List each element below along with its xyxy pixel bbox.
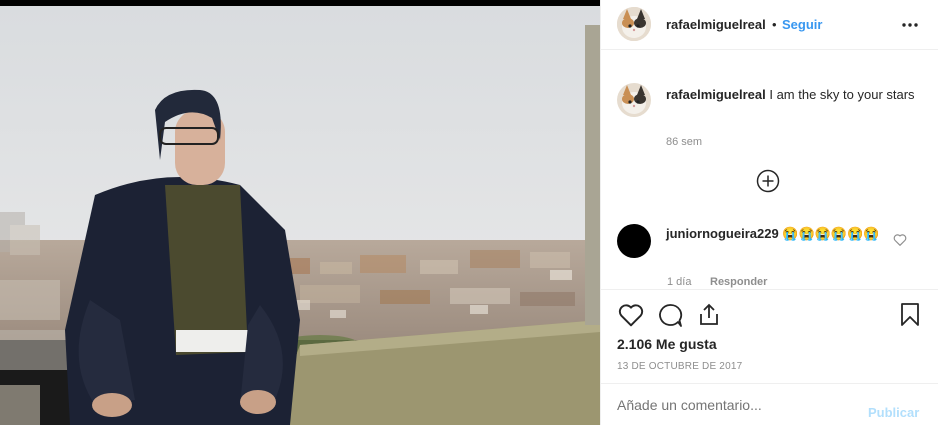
caption-avatar[interactable]	[617, 83, 651, 117]
post-author-username[interactable]: rafaelmiguelreal	[666, 17, 766, 32]
comment-username[interactable]: juniornogueira229	[666, 226, 779, 241]
likes-count[interactable]: 2.106 Me gusta	[617, 336, 717, 352]
heart-outline-icon[interactable]	[893, 233, 907, 246]
follow-button[interactable]: Seguir	[782, 17, 822, 32]
caption-username[interactable]: rafaelmiguelreal	[666, 87, 766, 102]
post-side-panel: rafaelmiguelreal • Seguir rafaelmiguelre…	[600, 0, 938, 425]
avatar[interactable]	[617, 7, 651, 41]
plus-circle-icon[interactable]	[756, 169, 780, 193]
caption-text: I am the sky to your stars	[769, 87, 915, 102]
follow-separator: •	[772, 17, 777, 32]
share-upload-icon[interactable]	[697, 302, 721, 327]
post-photo[interactable]	[0, 0, 600, 425]
bookmark-icon[interactable]	[900, 302, 920, 327]
comment-box: Publicar	[601, 383, 938, 426]
comment-time[interactable]: 1 día	[667, 276, 691, 288]
heart-outline-icon[interactable]	[618, 303, 644, 327]
reply-button[interactable]: Responder	[710, 276, 767, 288]
comment-bubble-icon[interactable]	[657, 303, 683, 328]
publish-button[interactable]: Publicar	[868, 405, 919, 420]
comment-input[interactable]	[617, 395, 847, 415]
caption-time[interactable]: 86 sem	[666, 136, 702, 148]
post-date[interactable]: 13 DE OCTUBRE DE 2017	[617, 361, 742, 372]
post-header: rafaelmiguelreal • Seguir	[601, 0, 938, 50]
comment-text: 😭😭😭😭😭😭	[782, 226, 880, 241]
commenter-avatar[interactable]	[617, 224, 651, 258]
cat-avatar-icon	[617, 7, 651, 41]
caption-text-block: rafaelmiguelreal I am the sky to your st…	[666, 86, 916, 104]
more-horizontal-icon[interactable]	[901, 18, 919, 32]
post-photo-image	[0, 0, 600, 425]
comment-text-block: juniornogueira229 😭😭😭😭😭😭	[666, 224, 906, 244]
action-bar	[601, 289, 938, 340]
cat-avatar-icon	[617, 83, 651, 117]
